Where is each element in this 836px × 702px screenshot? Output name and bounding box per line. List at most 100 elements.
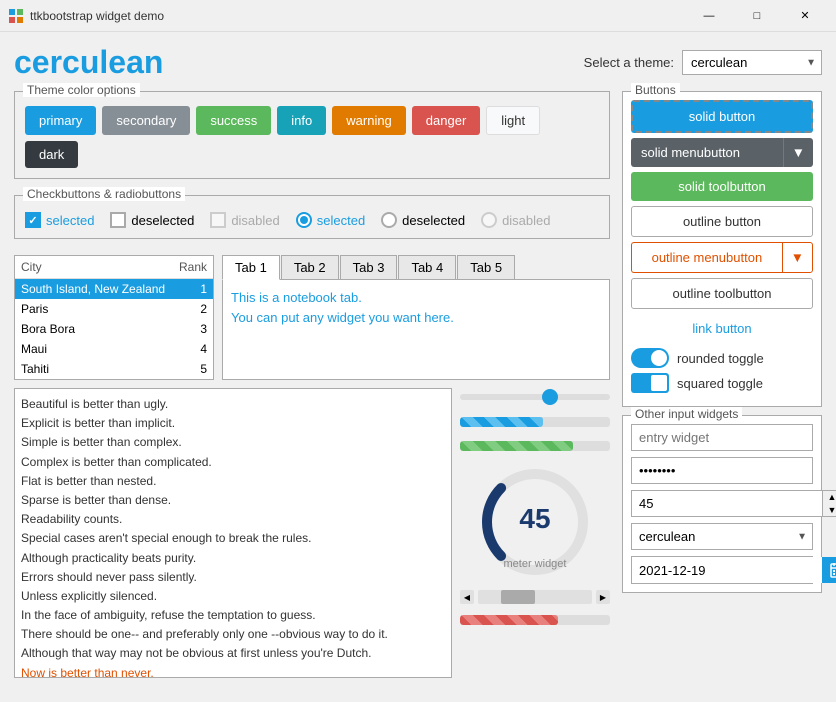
secondary-button[interactable]: secondary	[102, 106, 190, 135]
squared-toggle-row: squared toggle	[631, 373, 813, 393]
titlebar: ttkbootstrap widget demo — □ ✕	[0, 0, 836, 32]
solid-toolbutton[interactable]: solid toolbutton	[631, 172, 813, 201]
datepicker-wrapper	[631, 556, 813, 584]
checkbox-selected[interactable]: selected	[25, 212, 94, 228]
outline-button[interactable]: outline button	[631, 206, 813, 237]
password-field[interactable]	[631, 457, 813, 484]
outline-menubutton-label: outline menubutton	[652, 250, 763, 265]
minimize-button[interactable]: —	[686, 0, 732, 32]
scroll-right-arrow[interactable]: ▶	[596, 590, 610, 604]
scrollbar-track[interactable]	[478, 590, 592, 604]
scroll-left-arrow[interactable]: ◀	[460, 590, 474, 604]
color-buttons-group: primary secondary success info warning d…	[25, 102, 599, 168]
list-notebook-row: City Rank South Island, New Zealand 1 Pa…	[14, 255, 610, 380]
checkbox-deselected-label: deselected	[131, 213, 194, 228]
checkbox-disabled-label: disabled	[231, 213, 279, 228]
theme-colors-label: Theme color options	[23, 83, 140, 97]
panels-row: Theme color options primary secondary su…	[14, 91, 822, 678]
progress-fill-3	[460, 615, 558, 625]
solid-menubutton[interactable]: solid menubutton	[631, 138, 783, 167]
list-area: City Rank South Island, New Zealand 1 Pa…	[14, 255, 214, 380]
datepicker-input[interactable]	[632, 557, 822, 583]
close-button[interactable]: ✕	[782, 0, 828, 32]
spinbox-input[interactable]	[631, 490, 822, 517]
theme-select[interactable]: cerculean darkly flatly journal litera l…	[682, 50, 822, 75]
list-item-city: Paris	[21, 302, 200, 316]
checkradio-label: Checkbuttons & radiobuttons	[23, 187, 185, 201]
checkbox-unchecked-icon[interactable]	[110, 212, 126, 228]
text-area[interactable]: Beautiful is better than ugly. Explicit …	[14, 388, 452, 678]
solid-menubutton-arrow[interactable]: ▼	[783, 138, 813, 167]
checkbox-checked-icon[interactable]	[25, 212, 41, 228]
progress-bar-3	[460, 615, 610, 625]
slider-track[interactable]	[460, 394, 610, 400]
text-line: Flat is better than nested.	[21, 472, 445, 491]
combobox-wrapper: cerculean darkly flatly ▼	[631, 523, 813, 550]
squared-toggle-label: squared toggle	[677, 376, 763, 391]
rounded-toggle[interactable]	[631, 348, 669, 368]
theme-label: Select a theme:	[584, 55, 674, 70]
maximize-button[interactable]: □	[734, 0, 780, 32]
outline-toolbutton[interactable]: outline toolbutton	[631, 278, 813, 309]
notebook-tab-2[interactable]: Tab 2	[281, 255, 339, 280]
list-item[interactable]: Tahiti 5	[15, 359, 213, 379]
left-panel: Theme color options primary secondary su…	[14, 91, 610, 678]
menu-button-wrapper: solid menubutton ▼	[631, 138, 813, 167]
warning-button[interactable]: warning	[332, 106, 406, 135]
squared-toggle[interactable]	[631, 373, 669, 393]
combobox-select[interactable]: cerculean darkly flatly	[631, 523, 813, 550]
list-item[interactable]: Paris 2	[15, 299, 213, 319]
entry-widget[interactable]	[631, 424, 813, 451]
squared-toggle-knob	[651, 375, 667, 391]
slider-thumb	[542, 389, 558, 405]
checkbox-disabled-icon	[210, 212, 226, 228]
notebook-tab-5[interactable]: Tab 5	[457, 255, 515, 280]
text-line: There should be one-- and preferably onl…	[21, 625, 445, 644]
checkbox-disabled: disabled	[210, 212, 279, 228]
radio-checked-icon[interactable]	[296, 212, 312, 228]
meter-area: 45 meter widget ◀ ▶	[460, 388, 610, 678]
solid-menubutton-label: solid menubutton	[641, 145, 740, 160]
text-line: Simple is better than complex.	[21, 433, 445, 452]
datepicker-icon-button[interactable]	[822, 557, 836, 583]
progress-fill-1	[460, 417, 543, 427]
link-button[interactable]: link button	[631, 314, 813, 343]
text-line: Readability counts.	[21, 510, 445, 529]
list-item[interactable]: South Island, New Zealand 1	[15, 279, 213, 299]
success-button[interactable]: success	[196, 106, 271, 135]
text-line: Special cases aren't special enough to b…	[21, 529, 445, 548]
outline-menubutton[interactable]: outline menubutton	[631, 242, 782, 273]
app-title: cerculean	[14, 44, 163, 81]
app-icon	[8, 8, 24, 24]
radio-unchecked-icon[interactable]	[381, 212, 397, 228]
scrollbar-thumb	[501, 590, 535, 604]
list-item[interactable]: Bora Bora 3	[15, 319, 213, 339]
info-button[interactable]: info	[277, 106, 326, 135]
radio-deselected[interactable]: deselected	[381, 212, 465, 228]
notebook-tab-1[interactable]: Tab 1	[222, 255, 280, 280]
notebook-content: This is a notebook tab.You can put any w…	[222, 279, 610, 380]
dark-button[interactable]: dark	[25, 141, 78, 168]
text-line: Explicit is better than implicit.	[21, 414, 445, 433]
notebook-area: Tab 1 Tab 2 Tab 3 Tab 4 Tab 5 This is a …	[222, 255, 610, 380]
checkbox-deselected[interactable]: deselected	[110, 212, 194, 228]
radio-selected[interactable]: selected	[296, 212, 365, 228]
main-content: cerculean Select a theme: cerculean dark…	[0, 32, 836, 702]
window-title: ttkbootstrap widget demo	[30, 9, 686, 23]
notebook-tab-4[interactable]: Tab 4	[398, 255, 456, 280]
danger-button[interactable]: danger	[412, 106, 480, 135]
spinbox-down[interactable]: ▼	[823, 504, 836, 517]
theme-selector-row: Select a theme: cerculean darkly flatly …	[584, 50, 822, 75]
list-item[interactable]: Maui 4	[15, 339, 213, 359]
spinbox-up[interactable]: ▲	[823, 491, 836, 504]
primary-button[interactable]: primary	[25, 106, 96, 135]
theme-colors-section: Theme color options primary secondary su…	[14, 91, 610, 179]
list-item-city: Tahiti	[21, 362, 200, 376]
light-button[interactable]: light	[486, 106, 540, 135]
outline-menubutton-arrow[interactable]: ▼	[782, 242, 813, 273]
notebook-tab-3[interactable]: Tab 3	[340, 255, 398, 280]
solid-button[interactable]: solid button	[631, 100, 813, 133]
progress-bar-2	[460, 441, 610, 451]
buttons-section: Buttons solid button solid menubutton ▼ …	[622, 91, 822, 407]
checkradio-section: Checkbuttons & radiobuttons selected des…	[14, 195, 610, 239]
